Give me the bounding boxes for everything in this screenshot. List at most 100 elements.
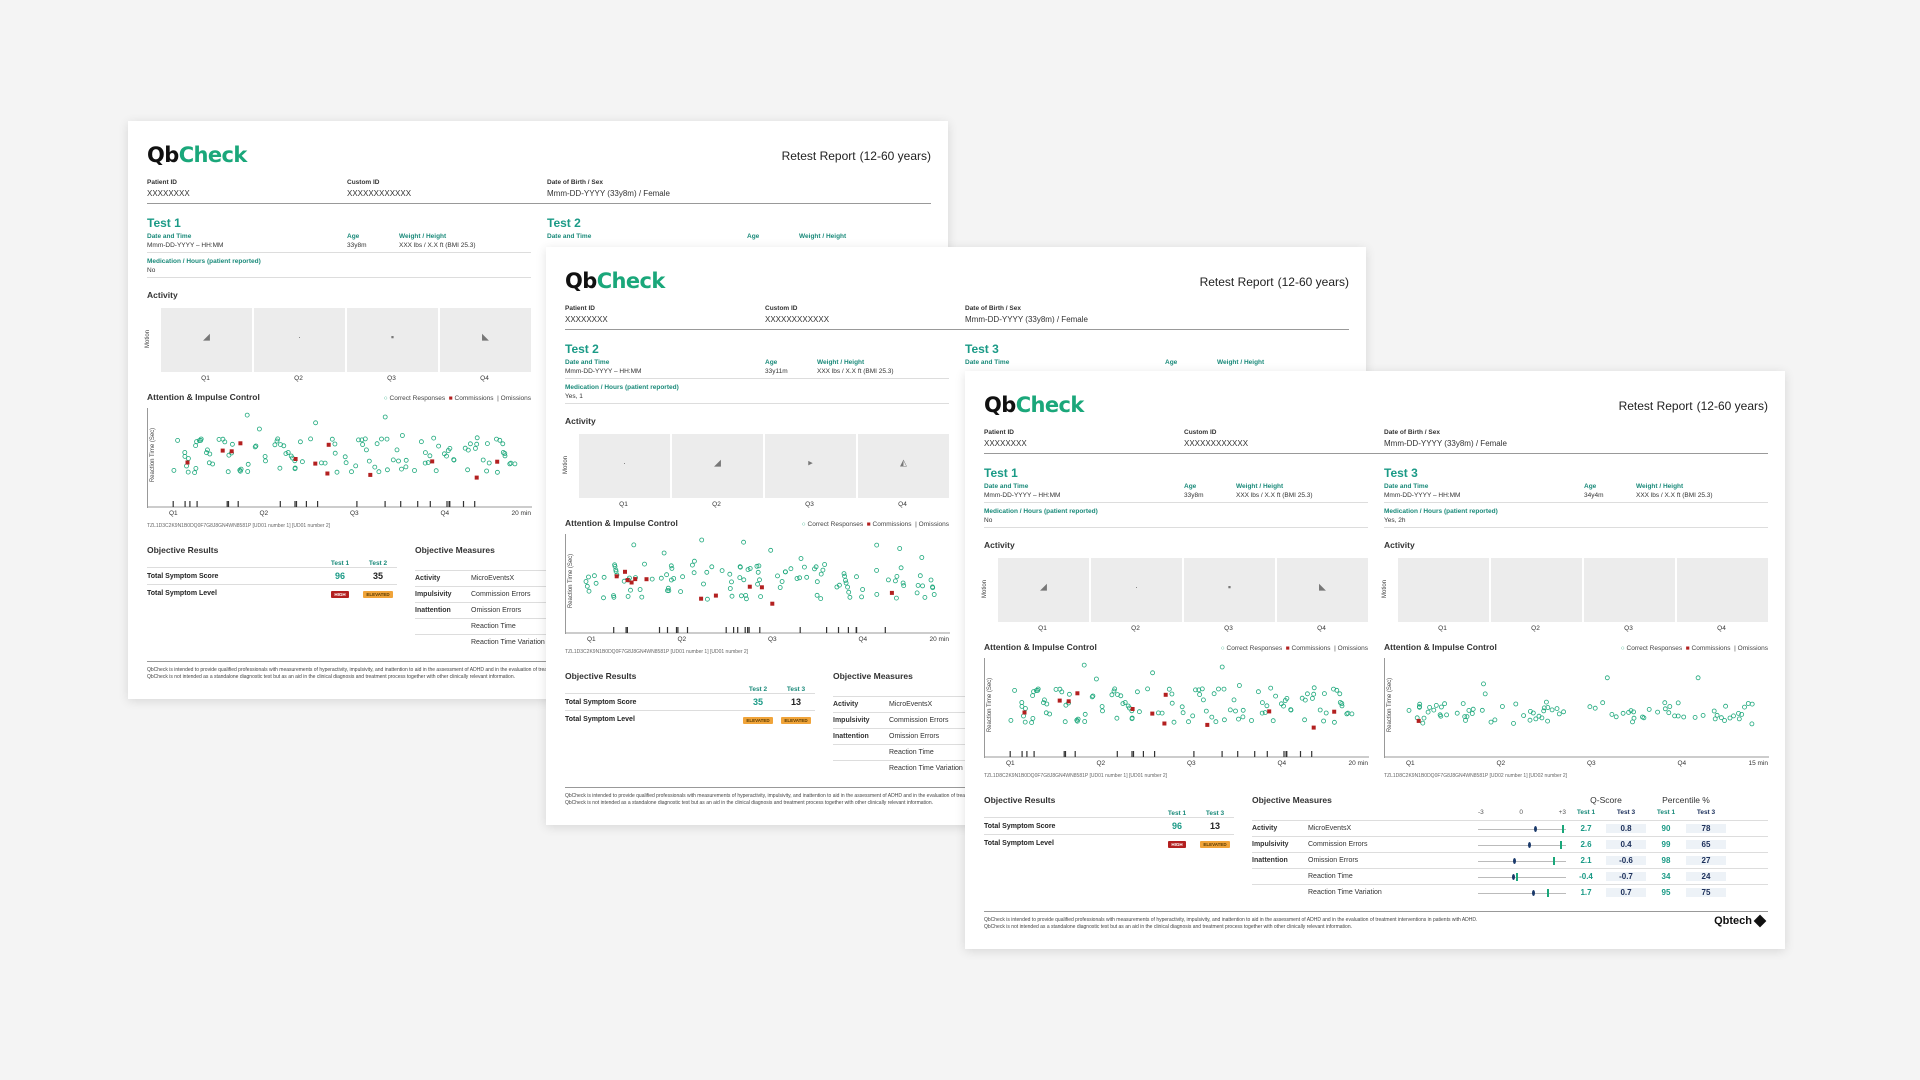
- measure-row: ImpulsivityCommission Errors2.60.49965: [1252, 836, 1768, 852]
- correct-response-point: [1300, 696, 1304, 700]
- commission-point: [495, 460, 499, 464]
- correct-response-point: [1151, 671, 1155, 675]
- test-column-left: Test 1 Date and TimeAgeWeight / Height M…: [147, 216, 531, 529]
- correct-response-point: [193, 471, 197, 475]
- correct-response-point: [1743, 705, 1747, 709]
- commission-point: [1150, 712, 1154, 716]
- correct-response-point: [1562, 710, 1566, 714]
- correct-response-point: [844, 581, 848, 585]
- measure-row: Reaction Time-0.4-0.73424: [1252, 868, 1768, 884]
- correct-response-point: [1135, 690, 1139, 694]
- correct-response-point: [848, 595, 852, 599]
- commission-point: [325, 472, 329, 476]
- correct-response-point: [602, 575, 606, 579]
- correct-response-point: [1407, 708, 1411, 712]
- correct-response-point: [1170, 701, 1174, 705]
- correct-response-point: [778, 586, 782, 590]
- correct-response-point: [217, 437, 221, 441]
- correct-response-point: [468, 442, 472, 446]
- correct-response-point: [1482, 682, 1486, 686]
- correct-response-point: [194, 466, 198, 470]
- qscore-test3: -0.6: [1606, 856, 1646, 865]
- correct-response-point: [1303, 718, 1307, 722]
- correct-response-point: [1064, 703, 1068, 707]
- level-badge: ELEVATED: [1200, 841, 1229, 848]
- correct-response-point: [475, 442, 479, 446]
- correct-response-point: [404, 458, 408, 462]
- correct-response-point: [344, 461, 348, 465]
- level-badge: HIGH: [331, 591, 348, 598]
- correct-response-point: [805, 575, 809, 579]
- correct-response-point: [665, 573, 669, 577]
- commission-point: [327, 443, 331, 447]
- patient-info: Patient IDXXXXXXXX Custom IDXXXXXXXXXXXX…: [984, 427, 1768, 454]
- correct-response-point: [1222, 718, 1226, 722]
- correct-response-point: [1260, 701, 1264, 705]
- correct-response-point: [1023, 720, 1027, 724]
- correct-response-point: [1445, 713, 1449, 717]
- commission-point: [1075, 691, 1079, 695]
- correct-response-point: [1256, 690, 1260, 694]
- correct-response-point: [1322, 692, 1326, 696]
- correct-response-point: [1022, 714, 1026, 718]
- correct-response-point: [875, 568, 879, 572]
- correct-response-point: [278, 466, 282, 470]
- commission-point: [1164, 693, 1168, 697]
- correct-response-point: [846, 585, 850, 589]
- correct-response-point: [194, 444, 198, 448]
- disclaimer: QbCheck is intended to provide qualified…: [984, 911, 1768, 931]
- correct-response-point: [705, 597, 709, 601]
- correct-response-point: [1605, 676, 1609, 680]
- test1-marker: [1547, 889, 1549, 897]
- correct-response-point: [650, 577, 654, 581]
- correct-response-point: [1094, 677, 1098, 681]
- correct-response-point: [692, 571, 696, 575]
- commission-point: [1267, 709, 1271, 713]
- correct-response-point: [1167, 687, 1171, 691]
- commission-point: [186, 461, 190, 465]
- correct-response-point: [861, 588, 865, 592]
- patient-info: Patient IDXXXXXXXX Custom IDXXXXXXXXXXXX…: [565, 303, 1349, 330]
- correct-response-point: [400, 434, 404, 438]
- correct-response-point: [756, 582, 760, 586]
- correct-response-point: [894, 596, 898, 600]
- test3-marker: [1534, 826, 1537, 832]
- test-column-left: Test 1 Date and TimeAgeWeight / Height M…: [984, 466, 1368, 779]
- percentile-test3: 24: [1686, 872, 1726, 881]
- correct-response-point: [1471, 707, 1475, 711]
- correct-response-point: [1480, 708, 1484, 712]
- correct-response-point: [916, 583, 920, 587]
- correct-response-point: [1439, 714, 1443, 718]
- correct-response-point: [847, 590, 851, 594]
- correct-response-point: [920, 556, 924, 560]
- correct-response-point: [1750, 722, 1754, 726]
- correct-response-point: [333, 442, 337, 446]
- correct-response-point: [895, 574, 899, 578]
- correct-response-point: [1210, 715, 1214, 719]
- correct-response-point: [855, 575, 859, 579]
- commission-point: [238, 441, 242, 445]
- test1-marker: [1553, 857, 1555, 865]
- commission-point: [1067, 699, 1071, 703]
- correct-response-point: [246, 470, 250, 474]
- correct-response-point: [1712, 709, 1716, 713]
- qbcheck-logo: QbCheck: [984, 393, 1084, 417]
- correct-response-point: [1493, 718, 1497, 722]
- correct-response-point: [626, 594, 630, 598]
- report-page-3: QbCheck Retest Report(12-60 years) Patie…: [965, 371, 1785, 949]
- report-title: Retest Report(12-60 years): [1200, 275, 1349, 289]
- correct-response-point: [1083, 720, 1087, 724]
- correct-response-point: [638, 588, 642, 592]
- correct-response-point: [1217, 687, 1221, 691]
- correct-response-point: [1514, 702, 1518, 706]
- commission-point: [1417, 719, 1421, 723]
- correct-response-point: [1750, 702, 1754, 706]
- correct-response-point: [843, 574, 847, 578]
- correct-response-point: [1428, 705, 1432, 709]
- correct-response-point: [1439, 705, 1443, 709]
- correct-response-point: [1063, 720, 1067, 724]
- test3-marker: [1512, 874, 1515, 880]
- correct-response-point: [1214, 720, 1218, 724]
- correct-response-point: [1701, 713, 1705, 717]
- activity-panel: Motion ·◢▸◭: [565, 434, 949, 498]
